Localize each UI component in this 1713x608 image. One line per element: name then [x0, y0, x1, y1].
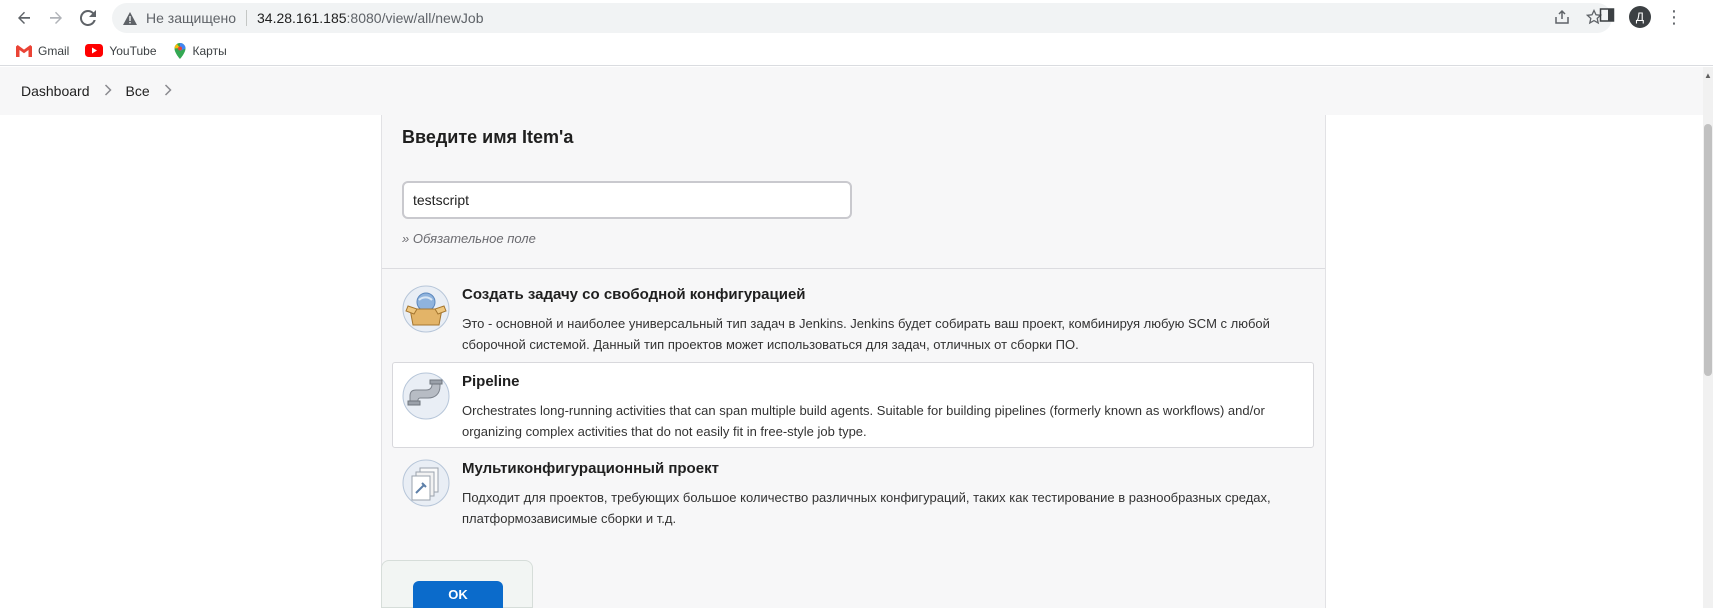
scroll-up-arrow-icon[interactable]: ▲ [1704, 72, 1712, 80]
forward-icon[interactable] [44, 6, 68, 30]
maps-icon [174, 42, 185, 59]
bookmarks-bar: Gmail YouTube Карты [0, 36, 1713, 66]
job-type-pipeline[interactable]: Pipeline Orchestrates long-running activ… [392, 362, 1314, 448]
url-separator [246, 10, 247, 26]
profile-avatar[interactable]: Д [1629, 6, 1651, 28]
youtube-icon [85, 44, 104, 57]
jenkins-page: Dashboard Все Введите имя Item'a » Обяза… [0, 67, 1703, 608]
gmail-icon [16, 44, 32, 57]
new-item-panel: Введите имя Item'a » Обязательное поле С… [381, 115, 1326, 608]
browser-actions: Д ⋮ [1599, 6, 1683, 28]
back-icon[interactable] [12, 6, 36, 30]
bookmark-label: Карты [192, 43, 227, 58]
url-host: 34.28.161.185 [257, 10, 347, 26]
freestyle-box-icon [402, 285, 450, 333]
job-type-description: Это - основной и наиболее универсальный … [462, 316, 1270, 352]
url-path: :8080/view/all/newJob [346, 10, 484, 26]
page-title: Введите имя Item'a [402, 127, 574, 147]
job-type-multiconfig[interactable]: Мультиконфигурационный проект Подходит д… [392, 449, 1314, 535]
chevron-right-icon[interactable] [104, 83, 112, 99]
bookmark-label: Gmail [38, 43, 70, 58]
side-panel-icon[interactable] [1599, 7, 1615, 28]
job-type-title: Pipeline [462, 373, 520, 390]
job-type-description: Orchestrates long-running activities tha… [462, 403, 1265, 439]
breadcrumb-dashboard[interactable]: Dashboard [21, 83, 90, 99]
bookmark-youtube[interactable]: YouTube [85, 43, 157, 58]
not-secure-warning-icon[interactable] [122, 10, 138, 26]
breadcrumb: Dashboard Все [0, 67, 1703, 115]
browser-menu-icon[interactable]: ⋮ [1665, 8, 1683, 26]
multiconfig-icon [402, 459, 450, 507]
ok-button[interactable]: OK [413, 581, 503, 608]
scrollbar-thumb[interactable] [1704, 124, 1712, 376]
divider [382, 268, 1325, 269]
address-bar[interactable]: Не защищено 34.28.161.185 :8080/view/all… [112, 3, 1612, 33]
required-field-hint: » Обязательное поле [402, 231, 536, 246]
job-type-title: Мультиконфигурационный проект [462, 460, 719, 477]
chevron-right-icon[interactable] [164, 83, 172, 99]
job-type-description: Подходит для проектов, требующих большое… [462, 490, 1271, 526]
security-label[interactable]: Не защищено [146, 10, 236, 26]
breadcrumb-all[interactable]: Все [126, 83, 150, 99]
browser-toolbar: Не защищено 34.28.161.185 :8080/view/all… [0, 0, 1713, 36]
omnibox-actions [1554, 3, 1603, 33]
job-type-freestyle[interactable]: Создать задачу со свободной конфигурацие… [392, 275, 1314, 361]
reload-icon[interactable] [76, 6, 100, 30]
pipeline-icon [402, 372, 450, 420]
item-name-input[interactable] [402, 181, 852, 219]
bookmark-gmail[interactable]: Gmail [16, 44, 69, 58]
share-icon[interactable] [1554, 9, 1570, 28]
bookmark-maps[interactable]: Карты [173, 42, 227, 59]
job-type-title: Создать задачу со свободной конфигурацие… [462, 286, 806, 303]
bookmark-label: YouTube [109, 43, 157, 58]
